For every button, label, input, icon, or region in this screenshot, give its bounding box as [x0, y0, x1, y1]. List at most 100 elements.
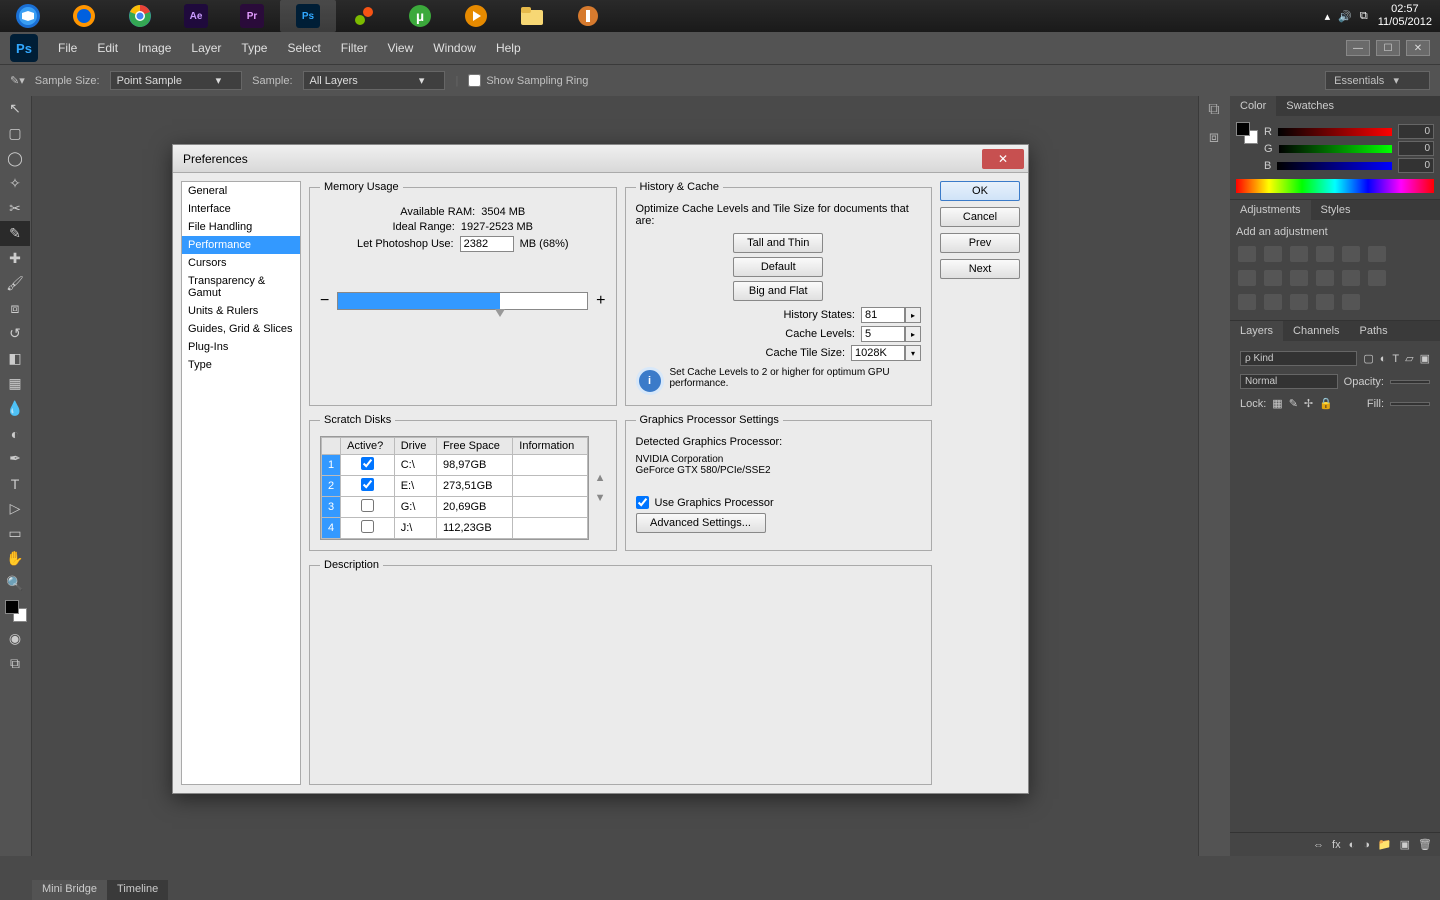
menu-view[interactable]: View	[377, 41, 423, 55]
tab-mini-bridge[interactable]: Mini Bridge	[32, 880, 107, 900]
prefs-nav-interface[interactable]: Interface	[182, 200, 300, 218]
eyedropper-tool-icon[interactable]: ✎▾	[10, 74, 25, 87]
taskbar-explorer[interactable]	[504, 0, 560, 32]
cache-tile-select[interactable]	[851, 345, 905, 361]
tab-styles[interactable]: Styles	[1311, 200, 1361, 220]
tool-type[interactable]: T	[0, 471, 30, 496]
adj-selective-icon[interactable]	[1290, 294, 1308, 310]
history-states-stepper[interactable]: ▸	[905, 307, 921, 323]
tool-dodge[interactable]: ◐	[0, 421, 30, 446]
tool-quickmask[interactable]: ◉	[0, 626, 30, 651]
scratch-row[interactable]: 2E:\273,51GB	[322, 476, 588, 497]
adj-mixer-icon[interactable]	[1290, 270, 1308, 286]
menu-filter[interactable]: Filter	[331, 41, 378, 55]
fill-input[interactable]	[1390, 402, 1430, 406]
cache-levels-stepper[interactable]: ▸	[905, 326, 921, 342]
tool-gradient[interactable]: ▦	[0, 371, 30, 396]
adj-more1-icon[interactable]	[1316, 294, 1334, 310]
tool-lasso[interactable]: ◯	[0, 146, 30, 171]
new-group-icon[interactable]: 📁	[1378, 838, 1392, 851]
lock-pos-icon[interactable]: ✢	[1304, 397, 1313, 410]
volume-icon[interactable]: 🔊	[1338, 10, 1352, 23]
layer-fx-icon[interactable]: fx	[1332, 839, 1341, 851]
big-flat-button[interactable]: Big and Flat	[733, 281, 823, 301]
adj-poster-icon[interactable]	[1368, 270, 1386, 286]
tab-paths[interactable]: Paths	[1350, 321, 1398, 341]
blend-mode-select[interactable]: Normal	[1240, 374, 1338, 389]
menu-layer[interactable]: Layer	[181, 41, 231, 55]
default-button[interactable]: Default	[733, 257, 823, 277]
tool-eraser[interactable]: ◧	[0, 346, 30, 371]
delete-layer-icon[interactable]: 🗑	[1418, 838, 1432, 851]
tool-screen-mode[interactable]: ⧉	[0, 651, 30, 676]
history-panel-icon[interactable]: ⧉	[1199, 96, 1229, 124]
adj-exposure-icon[interactable]	[1316, 246, 1334, 262]
let-photoshop-use-input[interactable]	[460, 236, 514, 252]
menu-file[interactable]: File	[48, 41, 87, 55]
tool-history-brush[interactable]: ↺	[0, 321, 30, 346]
tool-path-select[interactable]: ▷	[0, 496, 30, 521]
taskbar-photoshop[interactable]: Ps	[280, 0, 336, 32]
tool-hand[interactable]: ✋	[0, 546, 30, 571]
menu-image[interactable]: Image	[128, 41, 181, 55]
scratch-row[interactable]: 3G:\20,69GB	[322, 497, 588, 518]
tool-crop[interactable]: ✂	[0, 196, 30, 221]
prefs-nav-guides-grid-slices[interactable]: Guides, Grid & Slices	[182, 320, 300, 338]
taskbar-premiere[interactable]: Pr	[224, 0, 280, 32]
tall-thin-button[interactable]: Tall and Thin	[733, 233, 823, 253]
properties-panel-icon[interactable]: ⧈	[1199, 124, 1229, 152]
scratch-row[interactable]: 4J:\112,23GB	[322, 518, 588, 539]
dialog-close-button[interactable]: ✕	[982, 149, 1024, 169]
taskbar-after-effects[interactable]: Ae	[168, 0, 224, 32]
sample-select[interactable]: All Layers ▾	[303, 71, 446, 90]
taskbar-utorrent[interactable]: µ	[392, 0, 448, 32]
adj-vibrance-icon[interactable]	[1342, 246, 1360, 262]
show-sampling-ring-checkbox[interactable]: Show Sampling Ring	[468, 74, 588, 87]
ok-button[interactable]: OK	[940, 181, 1020, 201]
input-g[interactable]	[1398, 141, 1434, 156]
taskbar-firefox[interactable]	[56, 0, 112, 32]
opacity-input[interactable]	[1390, 380, 1430, 384]
tool-shape[interactable]: ▭	[0, 521, 30, 546]
prefs-nav-cursors[interactable]: Cursors	[182, 254, 300, 272]
scratch-active-checkbox[interactable]	[361, 499, 374, 512]
dialog-titlebar[interactable]: Preferences ✕	[173, 145, 1028, 173]
close-window-button[interactable]: ✕	[1406, 40, 1430, 56]
new-layer-icon[interactable]: ▣	[1400, 838, 1410, 851]
taskbar-chrome[interactable]	[112, 0, 168, 32]
tool-move[interactable]: ↖	[0, 96, 30, 121]
adj-threshold-icon[interactable]	[1238, 294, 1256, 310]
adj-hue-icon[interactable]	[1368, 246, 1386, 262]
tab-channels[interactable]: Channels	[1283, 321, 1349, 341]
slider-b[interactable]	[1277, 162, 1392, 170]
tool-magic-wand[interactable]: ✧	[0, 171, 30, 196]
filter-shape-icon[interactable]: ▱	[1405, 352, 1413, 365]
taskbar-clock[interactable]: 02:57 11/05/2012	[1378, 3, 1432, 29]
adj-gradient-icon[interactable]	[1264, 294, 1282, 310]
tab-layers[interactable]: Layers	[1230, 321, 1283, 341]
adj-more2-icon[interactable]	[1342, 294, 1360, 310]
tray-chevron-icon[interactable]: ▴	[1325, 10, 1331, 23]
slider-plus[interactable]: +	[596, 292, 605, 310]
tab-color[interactable]: Color	[1230, 96, 1276, 116]
prev-button[interactable]: Prev	[940, 233, 1020, 253]
slider-g[interactable]	[1279, 145, 1392, 153]
layer-mask-icon[interactable]: ◐	[1349, 839, 1356, 851]
taskbar-app[interactable]	[560, 0, 616, 32]
prefs-nav-type[interactable]: Type	[182, 356, 300, 374]
filter-adj-icon[interactable]: ◐	[1380, 353, 1387, 365]
tool-marquee[interactable]: ▢	[0, 121, 30, 146]
scratch-active-checkbox[interactable]	[361, 520, 374, 533]
taskbar-media-player[interactable]	[448, 0, 504, 32]
next-button[interactable]: Next	[940, 259, 1020, 279]
adj-bw-icon[interactable]	[1238, 270, 1256, 286]
slider-minus[interactable]: −	[320, 292, 329, 310]
taskbar-messenger[interactable]	[336, 0, 392, 32]
tab-timeline[interactable]: Timeline	[107, 880, 168, 900]
sample-size-select[interactable]: Point Sample ▾	[110, 71, 243, 90]
adj-invert-icon[interactable]	[1342, 270, 1360, 286]
prefs-nav-units-rulers[interactable]: Units & Rulers	[182, 302, 300, 320]
input-b[interactable]	[1398, 158, 1434, 173]
cancel-button[interactable]: Cancel	[940, 207, 1020, 227]
color-spectrum[interactable]	[1236, 179, 1434, 193]
